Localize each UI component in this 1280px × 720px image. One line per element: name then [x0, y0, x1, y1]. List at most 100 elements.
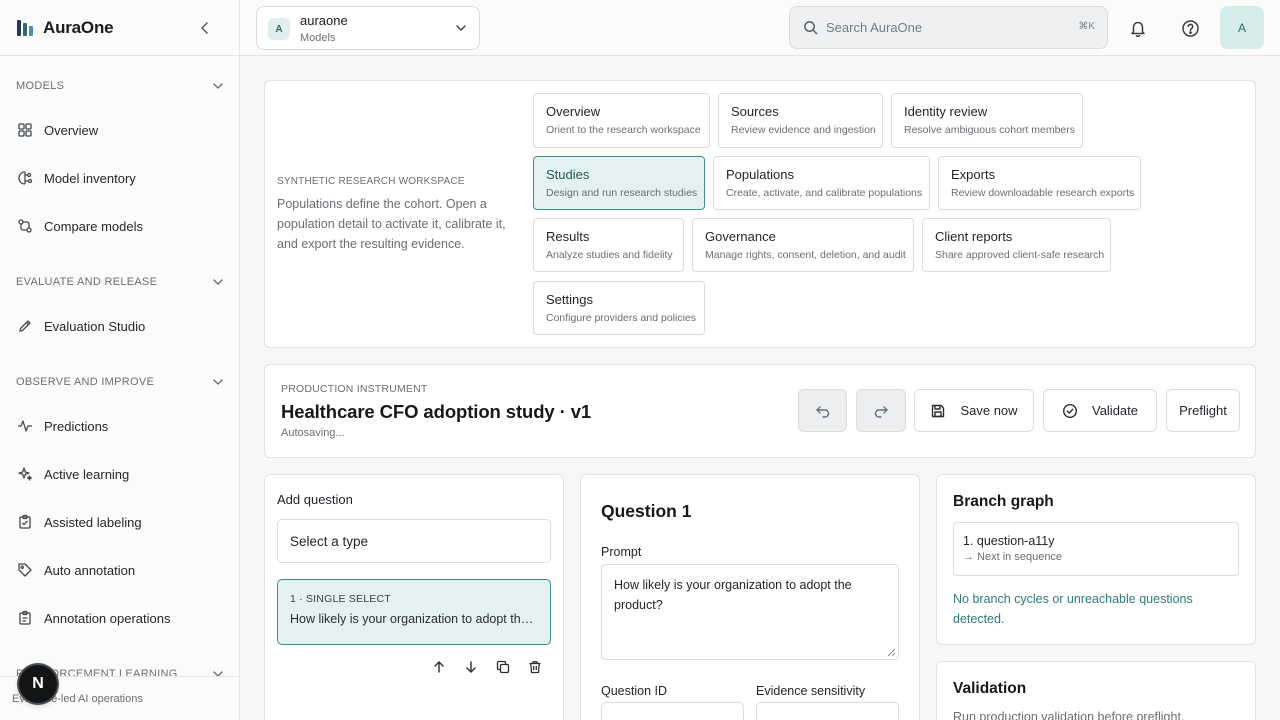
notifications-button[interactable] [1123, 13, 1153, 43]
question-id-input[interactable]: question-a11y [601, 702, 744, 720]
section-label: OBSERVE AND IMPROVE [16, 376, 155, 388]
tab-description: Create, activate, and calibrate populati… [726, 187, 923, 199]
tab-description: Configure providers and policies [546, 312, 696, 324]
sidebar-item-annotation-operations[interactable]: Annotation operations [16, 602, 226, 634]
workspace-description: Populations define the cohort. Open a po… [277, 197, 506, 251]
sidebar-item-label: Compare models [44, 218, 143, 234]
instrument-eyebrow: PRODUCTION INSTRUMENT [281, 383, 428, 395]
tab-description: Review evidence and ingestion [731, 124, 876, 136]
dev-tools-badge[interactable]: N [19, 665, 57, 703]
org-name: auraone [300, 13, 348, 28]
section-observe-and-improve[interactable]: OBSERVE AND IMPROVE [16, 374, 224, 390]
tab-title: Results [546, 229, 590, 244]
tab-description: Design and run research studies [546, 187, 698, 199]
org-avatar: A [268, 18, 290, 40]
sidebar-item-active-learning[interactable]: Active learning [16, 458, 226, 490]
sidebar-item-label: Model inventory [44, 170, 136, 186]
collapse-sidebar-button[interactable] [195, 18, 215, 38]
question-preview: How likely is your organization to adopt… [290, 612, 538, 626]
move-up-button[interactable] [429, 657, 449, 677]
sidebar-item-auto-annotation[interactable]: Auto annotation [16, 554, 226, 586]
prompt-textarea[interactable]: How likely is your organization to adopt… [601, 564, 899, 660]
search-shortcut: ⌘K [1078, 21, 1095, 32]
move-down-button[interactable] [461, 657, 481, 677]
brand[interactable]: AuraOne [16, 17, 114, 39]
tab-title: Governance [705, 229, 776, 244]
tab-description: Orient to the research workspace [546, 124, 701, 136]
chevron-down-icon [213, 279, 223, 285]
prompt-label: Prompt [601, 545, 642, 559]
validation-title: Validation [953, 680, 1027, 697]
search-input[interactable]: Search AuraOne ⌘K [789, 6, 1108, 49]
help-icon [1181, 19, 1199, 37]
tab-governance[interactable]: Governance Manage rights, consent, delet… [692, 218, 914, 272]
tab-title: Studies [546, 167, 590, 182]
pencil-icon [16, 317, 34, 335]
sidebar-item-label: Assisted labeling [44, 514, 142, 530]
sidebar-item-model-inventory[interactable]: Model inventory [16, 162, 226, 194]
tab-populations[interactable]: Populations Create, activate, and calibr… [713, 156, 930, 210]
arrow-down-icon [466, 661, 476, 673]
validate-button[interactable]: Validate [1043, 389, 1157, 432]
sidebar-divider [0, 55, 239, 56]
branch-graph-panel: Branch graph 1. question-a11y → Next in … [936, 474, 1256, 645]
sparkles-icon [16, 465, 34, 483]
sidebar-item-overview[interactable]: Overview [16, 114, 226, 146]
trash-icon [529, 661, 541, 674]
brand-name: AuraOne [43, 18, 114, 37]
sidebar-item-assisted-labeling[interactable]: Assisted labeling [16, 506, 226, 538]
duplicate-button[interactable] [493, 657, 513, 677]
section-evaluate-and-release[interactable]: EVALUATE AND RELEASE [16, 274, 224, 290]
tab-sources[interactable]: Sources Review evidence and ingestion [718, 93, 883, 148]
tab-title: Populations [726, 167, 794, 182]
clipboard-icon [16, 513, 34, 531]
tab-exports[interactable]: Exports Review downloadable research exp… [938, 156, 1141, 210]
workspace-card: SYNTHETIC RESEARCH WORKSPACE Populations… [264, 80, 1256, 348]
tab-description: Review downloadable research exports [951, 187, 1135, 199]
save-button[interactable]: Save now [914, 389, 1034, 432]
evidence-sensitivity-select[interactable]: NONE [756, 702, 899, 720]
sidebar-item-compare-models[interactable]: Compare models [16, 210, 226, 242]
tab-description: Manage rights, consent, deletion, and au… [705, 249, 906, 261]
preflight-button[interactable]: Preflight [1166, 389, 1240, 432]
branch-node-next: → Next in sequence [963, 551, 1063, 563]
section-models[interactable]: MODELS [16, 78, 224, 94]
question-id-label: Question ID [601, 684, 668, 698]
search-placeholder: Search AuraOne [826, 20, 923, 35]
tab-client-reports[interactable]: Client reports Share approved client-saf… [922, 218, 1111, 272]
undo-button[interactable] [798, 389, 847, 432]
redo-button[interactable] [856, 389, 906, 432]
bell-icon [1131, 21, 1145, 37]
page-title: Healthcare CFO adoption study · v1 [281, 401, 592, 422]
user-avatar[interactable]: A [1220, 6, 1264, 49]
sidebar-item-label: Predictions [44, 418, 109, 434]
tab-title: Sources [731, 104, 779, 119]
tab-overview[interactable]: Overview Orient to the research workspac… [533, 93, 710, 148]
tab-title: Overview [546, 104, 601, 119]
tab-description: Analyze studies and fidelity [546, 249, 673, 261]
tab-studies[interactable]: Studies Design and run research studies [533, 156, 705, 210]
question-list-item[interactable]: 1 · SINGLE SELECT How likely is your org… [277, 579, 551, 645]
delete-button[interactable] [525, 657, 545, 677]
sidebar-item-evaluation-studio[interactable]: Evaluation Studio [16, 310, 226, 342]
compare-icon [16, 217, 34, 235]
org-switcher[interactable]: A auraone Models [256, 6, 480, 50]
save-label: Save now [960, 403, 1018, 418]
branch-graph-title: Branch graph [953, 493, 1054, 510]
help-button[interactable] [1175, 13, 1205, 43]
branch-node[interactable]: 1. question-a11y → Next in sequence [953, 522, 1239, 576]
question-type-select[interactable]: Select a type [277, 519, 551, 563]
chevron-down-icon [213, 83, 223, 89]
branch-status: No branch cycles or unreachable question… [953, 592, 1193, 626]
sidebar-item-predictions[interactable]: Predictions [16, 410, 226, 442]
tab-title: Exports [951, 167, 996, 182]
tab-settings[interactable]: Settings Configure providers and policie… [533, 281, 705, 335]
validation-panel: Validation Run production validation bef… [936, 661, 1256, 720]
preflight-label: Preflight [1179, 403, 1227, 418]
sidebar-item-label: Evaluation Studio [44, 318, 146, 334]
tab-identity-review[interactable]: Identity review Resolve ambiguous cohort… [891, 93, 1083, 148]
resize-grip-icon[interactable] [887, 648, 896, 657]
tab-results[interactable]: Results Analyze studies and fidelity [533, 218, 684, 272]
undo-icon [815, 405, 829, 418]
autosave-status: Autosaving... [281, 427, 345, 439]
